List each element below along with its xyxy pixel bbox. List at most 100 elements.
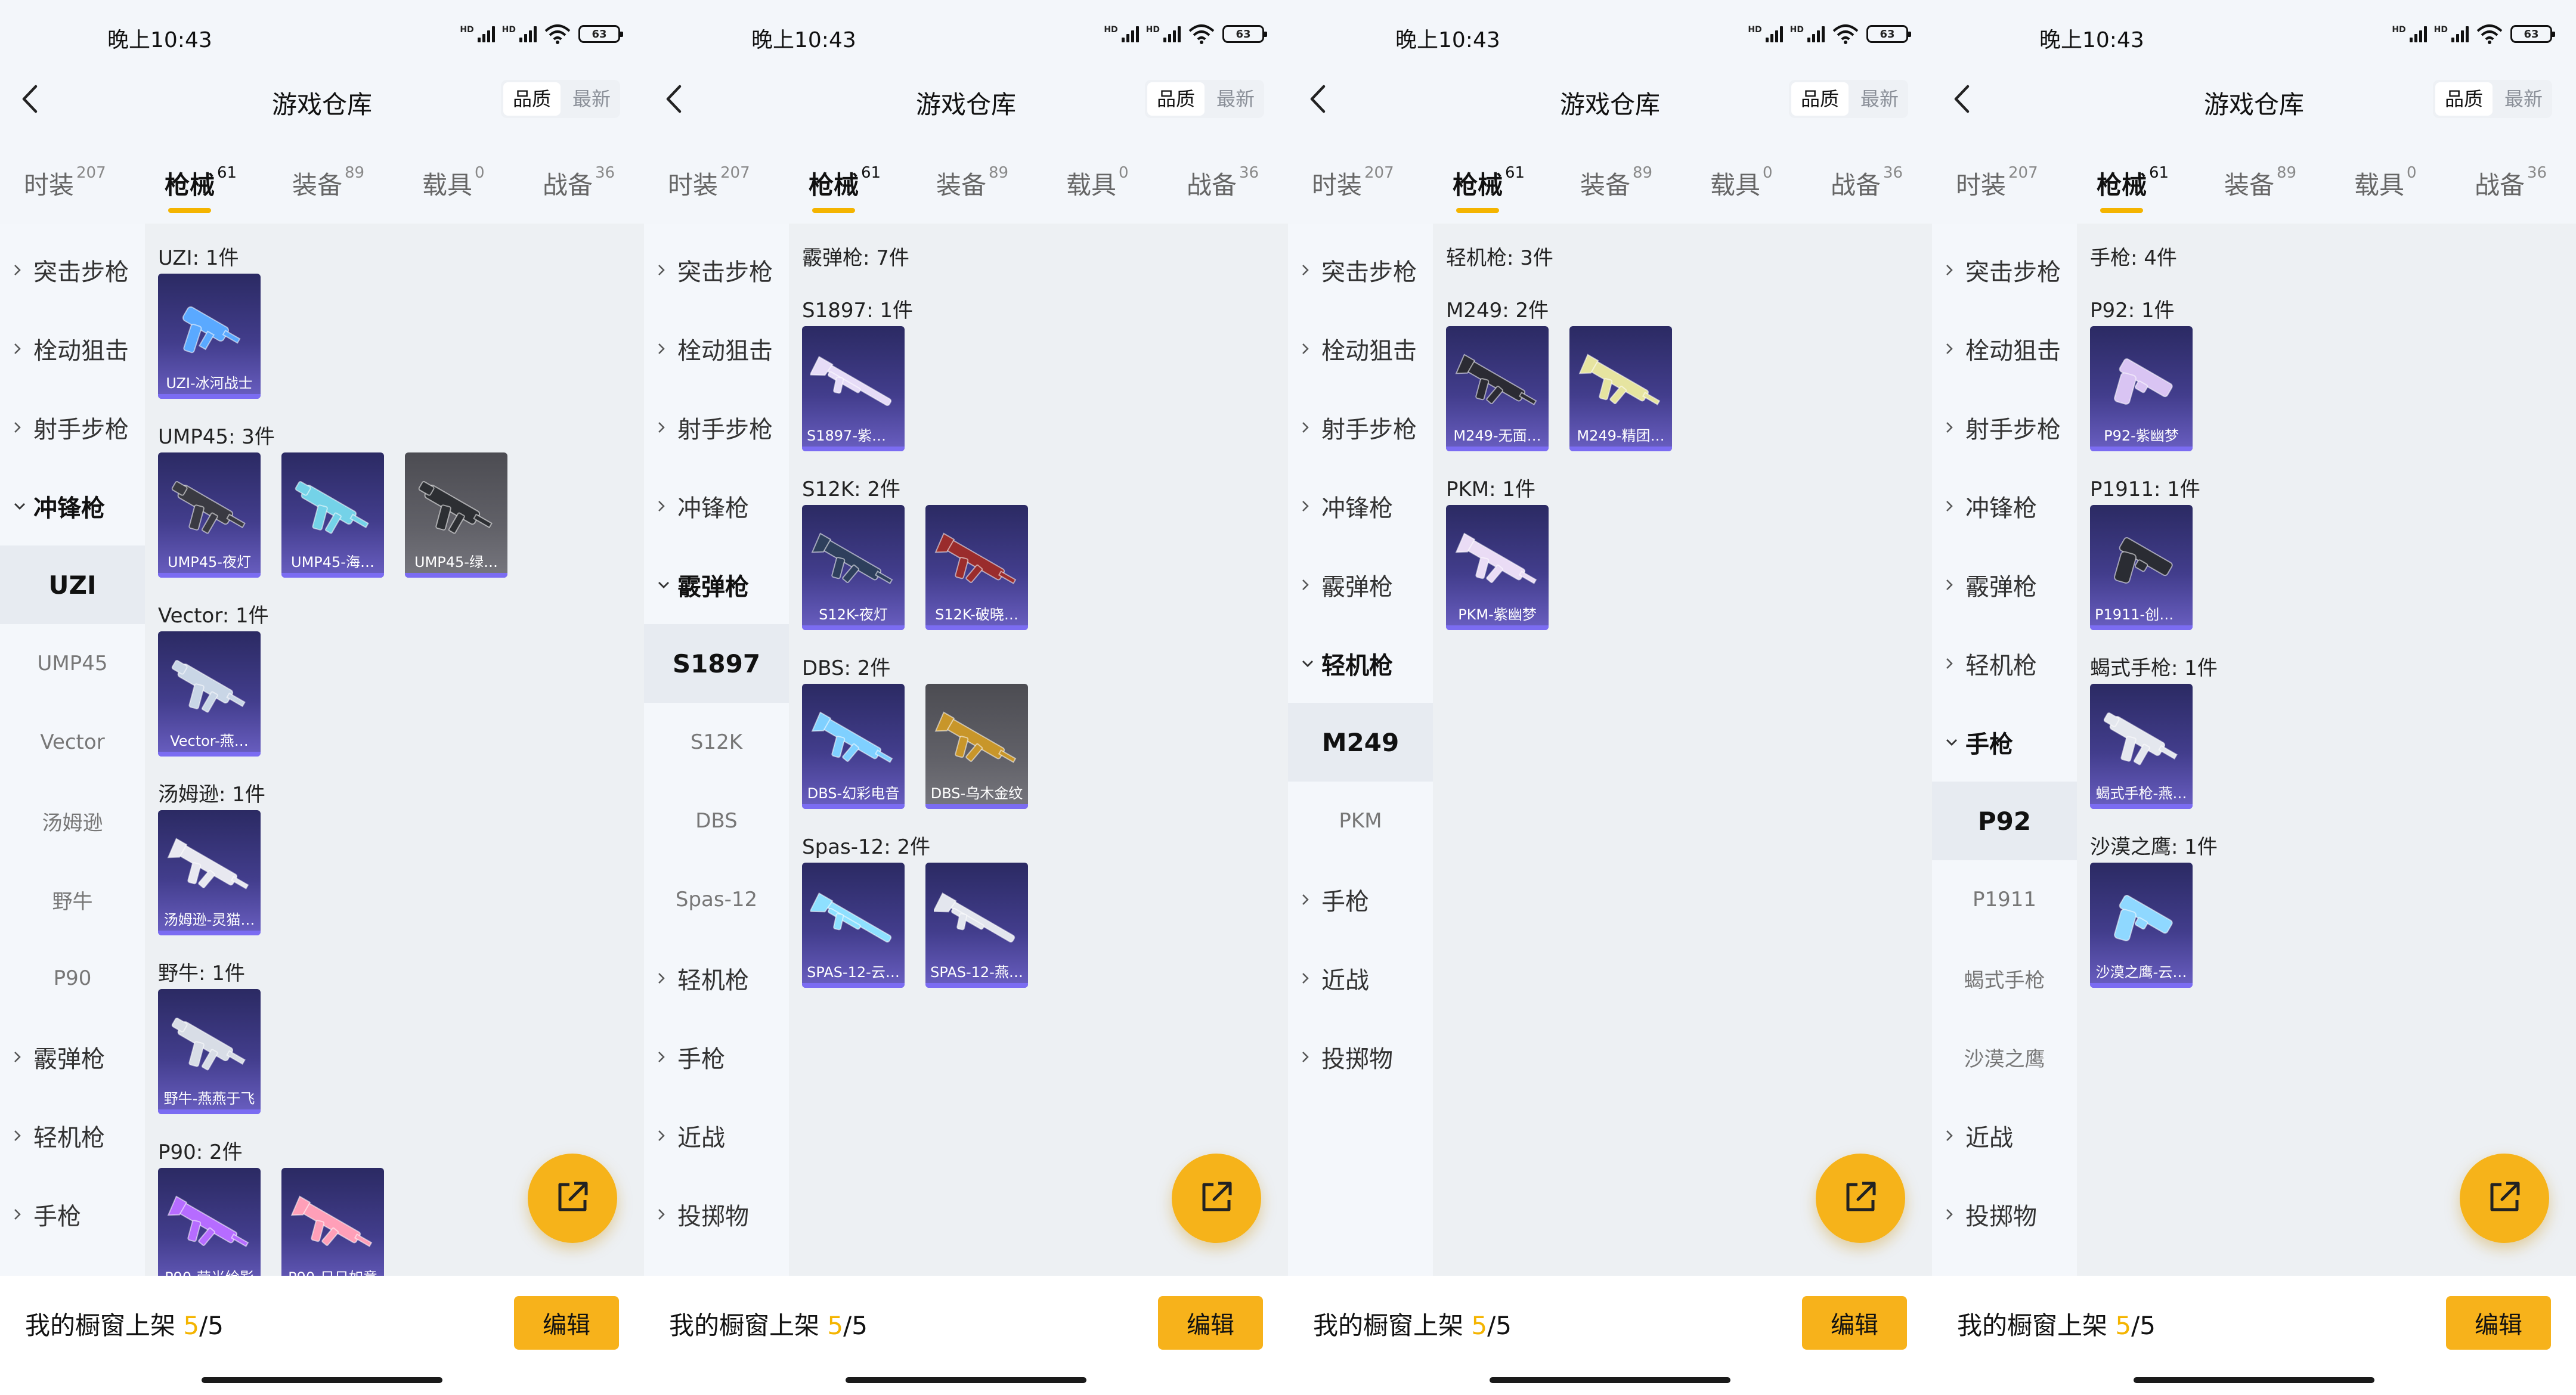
share-button[interactable] xyxy=(528,1154,617,1243)
sidebar-category[interactable]: 轻机枪 xyxy=(644,939,789,1018)
tab-0[interactable]: 时装 207 xyxy=(1312,164,1394,202)
sidebar-category[interactable]: 栓动狙击 xyxy=(1932,309,2077,388)
weapon-skin-card[interactable]: DBS-幻彩电音 xyxy=(802,684,905,809)
weapon-skin-card[interactable]: S12K-破晓… xyxy=(925,505,1028,630)
sort-option-newest[interactable]: 最新 xyxy=(563,80,620,118)
sidebar-category[interactable]: 冲锋枪 xyxy=(1288,467,1433,545)
weapon-skin-card[interactable]: S12K-夜灯 xyxy=(802,505,905,630)
sort-option-quality[interactable]: 品质 xyxy=(1147,82,1205,116)
edit-button[interactable]: 编辑 xyxy=(1802,1296,1907,1350)
tab-4[interactable]: 战备 36 xyxy=(1187,164,1259,202)
weapon-skin-card[interactable]: P90-日日如意 xyxy=(281,1168,384,1276)
weapon-skin-card[interactable]: DBS-乌木金纹 xyxy=(925,684,1028,809)
sidebar-category[interactable]: 霰弹枪 xyxy=(0,1018,145,1096)
tab-4[interactable]: 战备 36 xyxy=(543,164,615,202)
weapon-skin-card[interactable]: P90-荧光绘影 xyxy=(158,1168,261,1276)
tab-3[interactable]: 载具 0 xyxy=(1066,164,1129,202)
sidebar-category[interactable]: 冲锋枪 xyxy=(1932,467,2077,545)
sidebar-category[interactable]: 突击步枪 xyxy=(1288,231,1433,309)
sidebar-category[interactable]: 手枪 xyxy=(644,1018,789,1096)
sidebar-category[interactable]: 栓动狙击 xyxy=(1288,309,1433,388)
tab-1[interactable]: 枪械 61 xyxy=(1453,164,1525,202)
sidebar-category[interactable]: 近战 xyxy=(644,1096,789,1175)
tab-0[interactable]: 时装 207 xyxy=(1956,164,2038,202)
sidebar-category[interactable]: 冲锋枪 xyxy=(0,467,145,545)
sidebar-category[interactable]: 射手步枪 xyxy=(1932,388,2077,467)
weapon-skin-card[interactable]: P92-紫幽梦 xyxy=(2090,326,2193,451)
sidebar-subcategory[interactable]: M249 xyxy=(1288,703,1433,782)
sidebar-category[interactable]: 射手步枪 xyxy=(0,388,145,467)
sort-option-newest[interactable]: 最新 xyxy=(1207,80,1264,118)
weapon-skin-card[interactable]: P1911-创世… xyxy=(2090,505,2193,630)
tab-4[interactable]: 战备 36 xyxy=(2475,164,2547,202)
sidebar-subcategory[interactable]: P90 xyxy=(0,939,145,1018)
sidebar-subcategory[interactable]: Spas-12 xyxy=(644,860,789,939)
sidebar-category[interactable]: 突击步枪 xyxy=(1932,231,2077,309)
tab-1[interactable]: 枪械 61 xyxy=(809,164,881,202)
weapon-skin-card[interactable]: M249-无面… xyxy=(1446,326,1549,451)
sidebar-category[interactable]: 手枪 xyxy=(1288,860,1433,939)
sidebar-category[interactable]: 突击步枪 xyxy=(644,231,789,309)
weapon-skin-card[interactable]: UMP45-夜灯 xyxy=(158,452,261,578)
weapon-skin-card[interactable]: UMP45-绿… xyxy=(405,452,507,578)
tab-2[interactable]: 装备 89 xyxy=(2224,164,2296,202)
share-button[interactable] xyxy=(2460,1154,2549,1243)
sidebar-subcategory[interactable]: 蝎式手枪 xyxy=(1932,939,2077,1018)
sidebar-subcategory[interactable]: 沙漠之鹰 xyxy=(1932,1018,2077,1096)
weapon-skin-card[interactable]: 野牛-燕燕于飞 xyxy=(158,989,261,1114)
weapon-skin-card[interactable]: 蝎式手枪-燕… xyxy=(2090,684,2193,809)
weapon-skin-card[interactable]: SPAS-12-燕… xyxy=(925,863,1028,988)
sidebar-category[interactable]: 射手步枪 xyxy=(1288,388,1433,467)
sidebar-category[interactable]: 冲锋枪 xyxy=(644,467,789,545)
sidebar-subcategory[interactable]: S1897 xyxy=(644,624,789,703)
edit-button[interactable]: 编辑 xyxy=(514,1296,619,1350)
weapon-skin-card[interactable]: 汤姆逊-灵猫… xyxy=(158,810,261,935)
tab-2[interactable]: 装备 89 xyxy=(292,164,364,202)
tab-3[interactable]: 载具 0 xyxy=(2354,164,2417,202)
sidebar-category[interactable]: 投掷物 xyxy=(1932,1175,2077,1254)
weapon-skin-card[interactable]: S1897-紫幽梦 xyxy=(802,326,905,451)
sidebar-category[interactable]: 射手步枪 xyxy=(644,388,789,467)
sidebar-subcategory[interactable]: Vector xyxy=(0,703,145,782)
sidebar-category[interactable]: 手枪 xyxy=(1932,703,2077,782)
sort-option-quality[interactable]: 品质 xyxy=(1791,82,1849,116)
tab-4[interactable]: 战备 36 xyxy=(1831,164,1903,202)
sidebar-subcategory[interactable]: P1911 xyxy=(1932,860,2077,939)
weapon-skin-card[interactable]: UMP45-海… xyxy=(281,452,384,578)
sort-option-quality[interactable]: 品质 xyxy=(503,82,561,116)
sidebar-subcategory[interactable]: DBS xyxy=(644,782,789,860)
sidebar-subcategory[interactable]: P92 xyxy=(1932,782,2077,860)
sort-option-newest[interactable]: 最新 xyxy=(2495,80,2552,118)
sidebar-category[interactable]: 突击步枪 xyxy=(0,231,145,309)
tab-0[interactable]: 时装 207 xyxy=(668,164,750,202)
sidebar-subcategory[interactable]: 野牛 xyxy=(0,860,145,939)
tab-1[interactable]: 枪械 61 xyxy=(165,164,237,202)
tab-2[interactable]: 装备 89 xyxy=(936,164,1008,202)
sidebar-category[interactable]: 近战 xyxy=(1932,1096,2077,1175)
share-button[interactable] xyxy=(1172,1154,1261,1243)
sidebar-category[interactable]: 栓动狙击 xyxy=(0,309,145,388)
sidebar-subcategory[interactable]: 汤姆逊 xyxy=(0,782,145,860)
sidebar-category[interactable]: 霰弹枪 xyxy=(1932,545,2077,624)
tab-3[interactable]: 载具 0 xyxy=(1710,164,1773,202)
sidebar-category[interactable]: 投掷物 xyxy=(1288,1018,1433,1096)
edit-button[interactable]: 编辑 xyxy=(2446,1296,2551,1350)
tab-2[interactable]: 装备 89 xyxy=(1580,164,1652,202)
sidebar-subcategory[interactable]: UZI xyxy=(0,545,145,624)
sidebar-category[interactable]: 轻机枪 xyxy=(0,1096,145,1175)
sidebar-category[interactable]: 栓动狙击 xyxy=(644,309,789,388)
edit-button[interactable]: 编辑 xyxy=(1158,1296,1263,1350)
sidebar-category[interactable]: 霰弹枪 xyxy=(1288,545,1433,624)
sidebar-subcategory[interactable]: S12K xyxy=(644,703,789,782)
weapon-skin-card[interactable]: 沙漠之鹰-云… xyxy=(2090,863,2193,988)
sidebar-category[interactable]: 霰弹枪 xyxy=(644,545,789,624)
weapon-skin-card[interactable]: PKM-紫幽梦 xyxy=(1446,505,1549,630)
sidebar-category[interactable]: 轻机枪 xyxy=(1288,624,1433,703)
sort-option-quality[interactable]: 品质 xyxy=(2435,82,2493,116)
tab-3[interactable]: 载具 0 xyxy=(422,164,485,202)
sort-option-newest[interactable]: 最新 xyxy=(1851,80,1908,118)
sidebar-subcategory[interactable]: UMP45 xyxy=(0,624,145,703)
sidebar-subcategory[interactable]: PKM xyxy=(1288,782,1433,860)
sidebar-category[interactable]: 投掷物 xyxy=(644,1175,789,1254)
tab-0[interactable]: 时装 207 xyxy=(24,164,106,202)
